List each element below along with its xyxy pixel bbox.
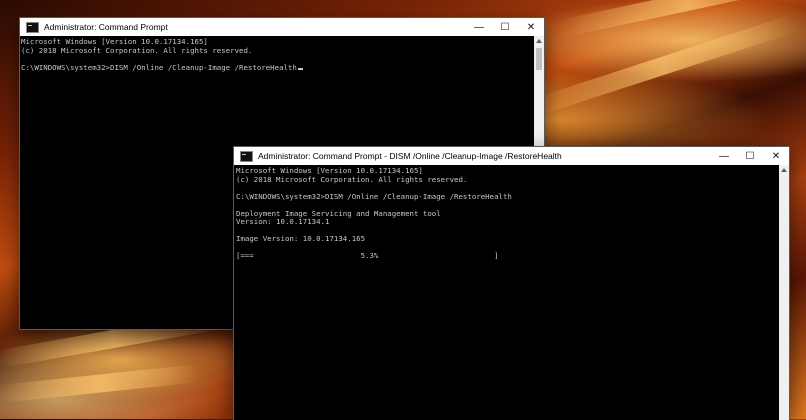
command-prompt-icon[interactable] [240, 150, 253, 162]
console-line: (c) 2018 Microsoft Corporation. All righ… [21, 45, 253, 55]
command-prompt-icon[interactable] [26, 21, 39, 33]
maximize-button[interactable]: ☐ [492, 18, 518, 36]
window-title: Administrator: Command Prompt - DISM /On… [258, 151, 562, 161]
close-button[interactable]: ✕ [763, 147, 789, 165]
console-output[interactable]: Microsoft Windows [Version 10.0.17134.16… [234, 165, 779, 420]
background-light-streak [0, 364, 200, 403]
command-prompt-dism-window[interactable]: Administrator: Command Prompt - DISM /On… [233, 146, 790, 420]
window-title: Administrator: Command Prompt [44, 22, 168, 32]
console-command: C:\WINDOWS\system32>DISM /Online /Cleanu… [21, 62, 297, 72]
close-button[interactable]: ✕ [518, 18, 544, 36]
console-line: Image Version: 10.0.17134.165 [236, 234, 366, 243]
minimize-button[interactable]: — [466, 18, 492, 36]
console-prompt-line: C:\WINDOWS\system32>DISM /Online /Cleanu… [21, 62, 534, 73]
title-bar[interactable]: Administrator: Command Prompt — ☐ ✕ [20, 18, 544, 36]
maximize-button[interactable]: ☐ [737, 147, 763, 165]
chevron-up-icon[interactable] [534, 36, 544, 46]
title-bar[interactable]: Administrator: Command Prompt - DISM /On… [234, 147, 789, 165]
text-cursor [297, 67, 303, 70]
chevron-up-icon[interactable] [779, 165, 789, 175]
progress-line: [=== 5.3% ] [236, 251, 499, 260]
console-line: C:\WINDOWS\system32>DISM /Online /Cleanu… [236, 191, 512, 201]
console-line: Version: 10.0.17134.1 [236, 217, 330, 226]
minimize-button[interactable]: — [711, 147, 737, 165]
console-line: (c) 2018 Microsoft Corporation. All righ… [236, 174, 468, 184]
scrollbar-thumb[interactable] [536, 48, 542, 70]
vertical-scrollbar[interactable] [779, 165, 789, 420]
